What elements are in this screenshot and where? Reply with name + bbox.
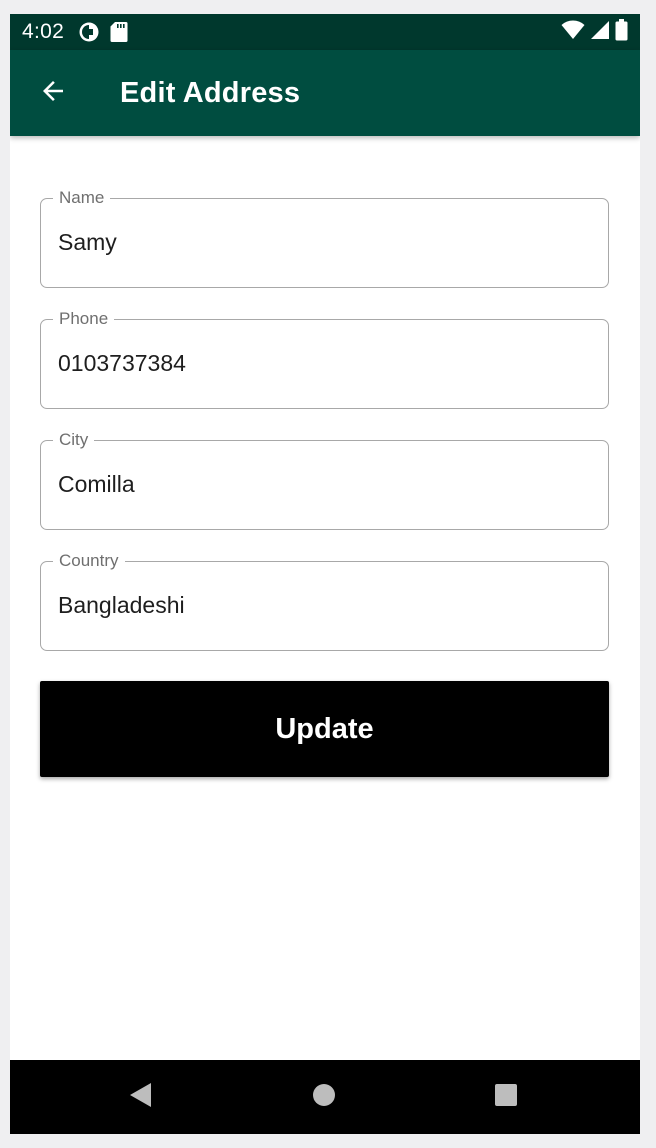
home-circle-icon bbox=[312, 1083, 336, 1112]
wifi-icon bbox=[561, 20, 585, 45]
edit-address-form: Name Phone City Country Update bbox=[10, 136, 640, 1060]
sd-card-icon bbox=[110, 21, 128, 43]
cell-signal-icon bbox=[590, 20, 610, 45]
city-field: City bbox=[40, 429, 609, 530]
phone-label: Phone bbox=[53, 308, 115, 330]
country-field: Country bbox=[40, 550, 609, 651]
status-bar: 4:02 bbox=[10, 14, 640, 50]
recents-square-icon bbox=[494, 1083, 518, 1112]
status-right-icons bbox=[561, 18, 628, 46]
data-saver-icon bbox=[78, 21, 100, 43]
back-triangle-icon bbox=[128, 1082, 154, 1113]
city-input[interactable] bbox=[58, 467, 588, 501]
back-button[interactable] bbox=[10, 50, 96, 136]
battery-icon bbox=[615, 18, 628, 46]
phone-screen: 4:02 Edit Address Name Samy Phone 010373… bbox=[10, 14, 640, 1134]
name-field: Name bbox=[40, 187, 609, 288]
update-button[interactable]: Update bbox=[40, 681, 609, 777]
name-input[interactable] bbox=[58, 225, 588, 259]
page-title: Edit Address bbox=[120, 76, 301, 109]
app-bar: Edit Address bbox=[10, 50, 640, 136]
name-label: Name bbox=[53, 187, 111, 209]
phone-field: Phone bbox=[40, 308, 609, 409]
country-input[interactable] bbox=[58, 588, 588, 622]
nav-home-button[interactable] bbox=[284, 1060, 364, 1134]
phone-input[interactable] bbox=[58, 346, 588, 380]
system-nav-bar bbox=[10, 1060, 640, 1134]
status-time: 4:02 bbox=[22, 20, 65, 43]
city-label: City bbox=[53, 429, 95, 451]
country-label: Country bbox=[53, 550, 125, 572]
nav-recents-button[interactable] bbox=[466, 1060, 546, 1134]
arrow-back-icon bbox=[38, 76, 68, 111]
nav-back-button[interactable] bbox=[101, 1060, 181, 1134]
